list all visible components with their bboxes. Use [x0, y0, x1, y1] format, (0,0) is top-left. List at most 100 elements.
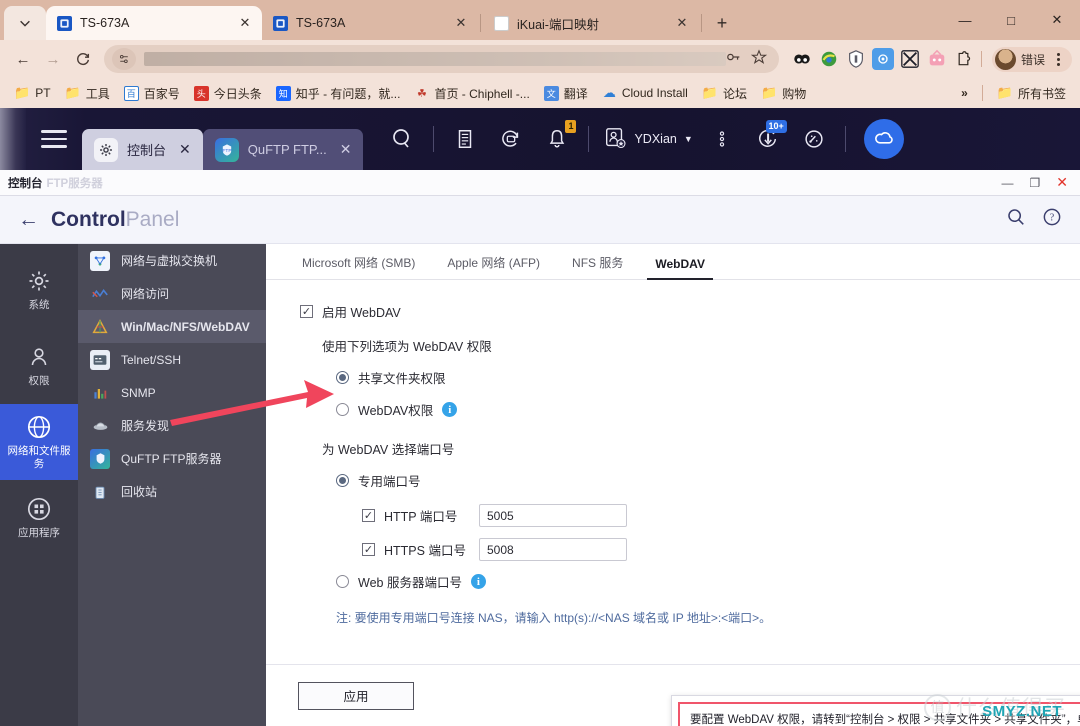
- close-button[interactable]: ✕: [1034, 0, 1080, 40]
- bookmark-item[interactable]: 📁 工具: [59, 82, 116, 105]
- more-options-icon[interactable]: [699, 108, 745, 170]
- qnap-tab-control-panel[interactable]: 控制台 ✕: [82, 129, 203, 170]
- browser-tab-1[interactable]: TS-673A ✕: [262, 6, 478, 40]
- menu-item-telnet-ssh[interactable]: Telnet/SSH: [78, 343, 266, 376]
- backup-sync-icon[interactable]: [488, 108, 534, 170]
- tab-afp[interactable]: Apple 网络 (AFP): [431, 254, 556, 279]
- window-close-button[interactable]: ✕: [1056, 174, 1068, 191]
- bookmark-item[interactable]: 📁 论坛: [696, 82, 753, 105]
- bookmark-item[interactable]: ☁ Cloud Install: [596, 83, 694, 104]
- maximize-button[interactable]: □: [988, 0, 1034, 40]
- tooltip-body: 要配置 WebDAV 权限，请转到“控制台 > 权限 > 共享文件夹 > 共享文…: [678, 702, 1080, 726]
- reload-button[interactable]: [68, 44, 98, 74]
- bookmark-item[interactable]: 知 知乎 - 有问题，就...: [270, 82, 407, 105]
- tab-close-icon[interactable]: ✕: [236, 14, 254, 32]
- search-icon[interactable]: [379, 108, 425, 170]
- all-bookmarks-button[interactable]: 📁 所有书签: [991, 82, 1072, 105]
- bookmarks-overflow-button[interactable]: »: [955, 83, 974, 103]
- permission-option-webdav[interactable]: WebDAV权限 i: [336, 400, 1054, 419]
- menu-item-network-access[interactable]: 网络访问: [78, 277, 266, 310]
- bookmark-item[interactable]: 📁 PT: [8, 82, 57, 104]
- tab-nfs[interactable]: NFS 服务: [556, 254, 639, 279]
- https-port-input[interactable]: 5008: [479, 538, 627, 561]
- minimize-button[interactable]: —: [942, 0, 988, 40]
- download-icon[interactable]: 10+: [745, 108, 791, 170]
- https-port-checkbox[interactable]: ✓: [362, 543, 375, 556]
- bookmark-item[interactable]: 📁 购物: [755, 82, 812, 105]
- http-port-row[interactable]: ✓ HTTP 端口号 5005: [362, 504, 1054, 527]
- qnap-tab-quftp[interactable]: FTP QuFTP FTP... ✕: [203, 129, 364, 170]
- extension-icon-4[interactable]: [872, 48, 894, 70]
- address-input[interactable]: [144, 52, 726, 66]
- tab-webdav[interactable]: WebDAV: [639, 257, 721, 279]
- window-minimize-button[interactable]: —: [1002, 176, 1014, 190]
- info-icon[interactable]: i: [471, 574, 486, 589]
- window-restore-button[interactable]: ❐: [1030, 176, 1041, 190]
- enable-webdav-row[interactable]: ✓ 启用 WebDAV: [300, 302, 1054, 321]
- password-key-icon[interactable]: [726, 49, 742, 70]
- close-icon[interactable]: ✕: [340, 141, 352, 158]
- user-menu[interactable]: YDXian ▼: [597, 126, 698, 153]
- bookmark-item[interactable]: 文 翻译: [538, 82, 594, 105]
- menu-item-snmp[interactable]: SNMP: [78, 376, 266, 409]
- profile-chip[interactable]: 错误: [992, 47, 1072, 72]
- extension-icon-2[interactable]: [818, 48, 840, 70]
- radio-webdav-permission[interactable]: [336, 403, 349, 416]
- menu-item-quftp-server[interactable]: QuFTP FTP服务器: [78, 442, 266, 475]
- menu-item-network-virtual-switch[interactable]: 网络与虚拟交换机: [78, 244, 266, 277]
- rail-item-network-file-services[interactable]: 网络和文件服务: [0, 404, 78, 480]
- address-bar[interactable]: [104, 45, 779, 73]
- search-icon[interactable]: [1006, 207, 1026, 232]
- http-port-input[interactable]: 5005: [479, 504, 627, 527]
- bookmark-star-icon[interactable]: [751, 49, 767, 70]
- main-menu-button[interactable]: [26, 130, 82, 148]
- browser-tab-0[interactable]: TS-673A ✕: [46, 6, 262, 40]
- back-button[interactable]: ←: [8, 44, 38, 74]
- port-option-web-server[interactable]: Web 服务器端口号 i: [336, 572, 1054, 591]
- permission-option-shared-folder[interactable]: 共享文件夹权限: [336, 368, 1054, 387]
- extension-icon-5[interactable]: [899, 48, 921, 70]
- forward-button[interactable]: →: [38, 44, 68, 74]
- radio-dedicated-port[interactable]: [336, 474, 349, 487]
- http-port-checkbox[interactable]: ✓: [362, 509, 375, 522]
- tab-close-icon[interactable]: ✕: [673, 14, 691, 32]
- menu-item-recycle-bin[interactable]: 回收站: [78, 475, 266, 508]
- rail-item-applications[interactable]: 应用程序: [0, 480, 78, 556]
- notification-bell-icon[interactable]: 1: [534, 108, 580, 170]
- extension-icon-3[interactable]: [845, 48, 867, 70]
- extension-icon-6[interactable]: [926, 48, 948, 70]
- https-port-row[interactable]: ✓ HTTPS 端口号 5008: [362, 538, 1054, 561]
- log-icon[interactable]: [442, 108, 488, 170]
- menu-item-label: Win/Mac/NFS/WebDAV: [121, 320, 250, 334]
- bookmark-item[interactable]: 百 百家号: [118, 82, 186, 105]
- bookmark-item[interactable]: ☘ 首页 - Chiphell -...: [408, 82, 535, 105]
- radio-web-server-port[interactable]: [336, 575, 349, 588]
- tab-search-button[interactable]: [4, 6, 46, 40]
- bookmark-item[interactable]: 头 今日头条: [188, 82, 268, 105]
- tab-smb[interactable]: Microsoft 网络 (SMB): [286, 254, 431, 279]
- menu-item-service-discovery[interactable]: 服务发现: [78, 409, 266, 442]
- rail-item-system[interactable]: 系统: [0, 252, 78, 328]
- close-icon[interactable]: ✕: [179, 141, 191, 158]
- menu-item-win-mac-nfs-webdav[interactable]: Win/Mac/NFS/WebDAV: [78, 310, 266, 343]
- extensions-puzzle-icon[interactable]: [953, 48, 975, 70]
- chrome-menu-icon[interactable]: [1050, 53, 1066, 66]
- info-icon[interactable]: i: [442, 402, 457, 417]
- radio-shared-folder-permission[interactable]: [336, 371, 349, 384]
- rail-item-privilege[interactable]: 权限: [0, 328, 78, 404]
- cloud-icon[interactable]: [864, 119, 904, 159]
- apply-button[interactable]: 应用: [298, 682, 414, 710]
- extension-icon-1[interactable]: [791, 48, 813, 70]
- tab-close-icon[interactable]: ✕: [452, 14, 470, 32]
- new-tab-button[interactable]: +: [708, 9, 736, 37]
- back-button[interactable]: ←: [18, 208, 39, 232]
- enable-webdav-checkbox[interactable]: ✓: [300, 305, 313, 318]
- port-note: 注: 要使用专用端口号连接 NAS，请输入 http(s)://<NAS 域名或…: [336, 609, 1054, 626]
- port-option-dedicated[interactable]: 专用端口号: [336, 471, 1054, 490]
- help-icon[interactable]: ?: [1042, 207, 1062, 232]
- resource-monitor-icon[interactable]: [791, 108, 837, 170]
- site-settings-icon[interactable]: [112, 48, 136, 70]
- http-port-label: HTTP 端口号: [384, 506, 470, 525]
- browser-tab-2[interactable]: iK iKuai-端口映射 ✕: [483, 6, 699, 40]
- service-discovery-icon: [90, 416, 110, 436]
